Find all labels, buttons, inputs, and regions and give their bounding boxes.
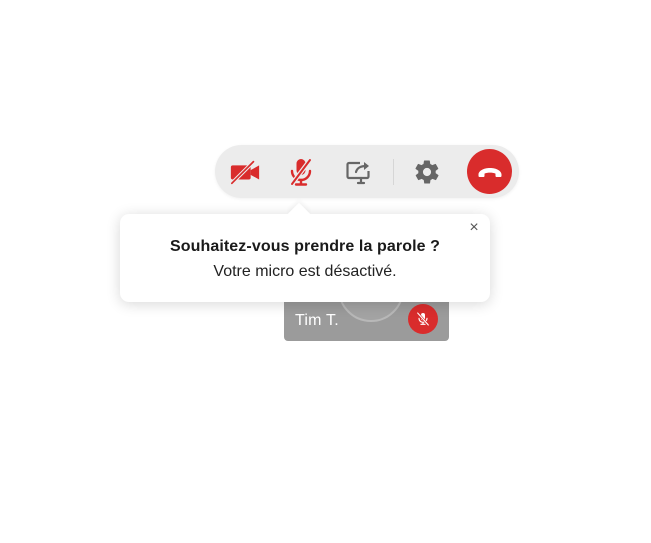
microphone-off-icon <box>289 157 313 187</box>
hang-up-button[interactable] <box>467 149 512 194</box>
toggle-camera-button[interactable] <box>229 156 261 188</box>
toggle-microphone-button[interactable] <box>285 156 317 188</box>
screen-share-icon <box>346 161 370 185</box>
popover-title: Souhaitez-vous prendre la parole ? <box>169 238 441 255</box>
participant-muted-mic-icon <box>408 304 438 334</box>
participant-name: Tim T. <box>295 312 339 329</box>
call-stage: Tim T. × Souhaitez-vous prendre la parol… <box>0 0 651 543</box>
hang-up-icon <box>478 167 501 177</box>
unmute-prompt-popover: × Souhaitez-vous prendre la parole ? Vot… <box>120 202 490 302</box>
close-button[interactable]: × <box>467 220 481 236</box>
share-screen-button[interactable] <box>343 156 375 188</box>
popover-message: Votre micro est désactivé. <box>213 263 397 280</box>
settings-button[interactable] <box>411 156 443 188</box>
gear-icon <box>415 160 439 184</box>
video-off-icon <box>229 159 260 185</box>
toolbar-divider <box>393 159 394 185</box>
call-toolbar <box>215 145 519 198</box>
